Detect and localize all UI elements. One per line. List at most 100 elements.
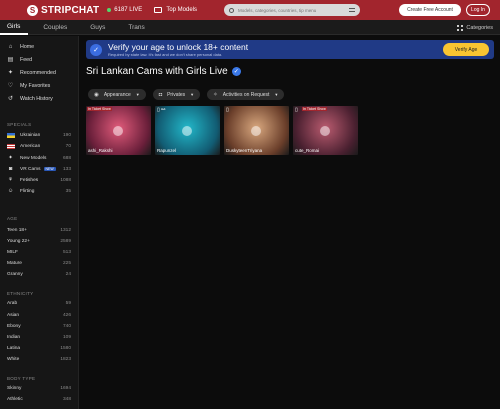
sparkle-icon: ✦ (8, 155, 13, 161)
logo[interactable]: S STRIPCHAT (27, 4, 99, 16)
sidebar-item-indian[interactable]: Indian 109 (7, 335, 71, 340)
sidebar-item-label: Athletic (7, 397, 23, 402)
model-card[interactable]: ▯ DuskyteenTriyana (224, 106, 289, 155)
sidebar-item-label: White (7, 357, 20, 362)
sidebar-item-milf[interactable]: MILF 513 (7, 250, 71, 255)
filter-icon[interactable] (349, 8, 355, 12)
tab-girls[interactable]: Girls (0, 20, 29, 35)
shield-check-icon: ✓ (90, 43, 102, 56)
sidebar-item-latina[interactable]: Latina 1580 (7, 346, 71, 351)
activities-filter[interactable]: ✧ Activities on Request ▼ (207, 89, 285, 100)
gender-tabs: Girls Couples Guys Trans Categories (0, 20, 500, 35)
sidebar-item-watch-history[interactable]: ↺ Watch History (7, 95, 73, 103)
login-button[interactable]: Log In (466, 4, 490, 16)
top-models-link[interactable]: Top Models (154, 7, 197, 13)
sidebar-item-label: Arab (7, 301, 18, 306)
tab-trans[interactable]: Trans (120, 20, 152, 35)
verify-age-button[interactable]: Verify Age (443, 43, 489, 56)
sidebar-item-ebony[interactable]: Ebony 740 (7, 324, 71, 329)
sidebar-item-white[interactable]: White 1823 (7, 357, 71, 362)
sidebar-item-ukrainian[interactable]: Ukrainian 190 (7, 133, 71, 138)
chevron-down-icon: ▼ (274, 92, 279, 97)
sidebar-item-label: Recommended (20, 69, 56, 76)
verified-check-icon: ✓ (231, 67, 241, 76)
search-icon (229, 7, 234, 13)
count: 740 (62, 324, 71, 329)
sidebar-item-teen[interactable]: Teen 18+ 1312 (7, 228, 71, 233)
sidebar-item-skinny[interactable]: Skinny 1694 (7, 386, 71, 391)
count: 688 (62, 155, 71, 161)
count: 1088 (60, 177, 71, 183)
crown-icon (154, 7, 163, 13)
chevron-down-icon: ▼ (190, 92, 195, 97)
ukraine-flag-icon (7, 133, 15, 138)
privates-filter[interactable]: ◘ Privates ▼ (152, 89, 201, 100)
banner-subtitle: Required by state law. It's fast and we … (108, 52, 223, 57)
page-title: Sri Lankan Cams with Girls Live ✓ (86, 66, 241, 77)
banner-title: Verify your age to unlock 18+ content (108, 42, 249, 52)
filter-bar: ◉ Appearance ▼ ◘ Privates ▼ ✧ Activities… (88, 89, 285, 100)
sidebar-item-american[interactable]: American 70 (7, 144, 71, 149)
blurred-thumbnail (113, 126, 123, 136)
sidebar-item-arab[interactable]: Arab 59 (7, 301, 71, 306)
model-card[interactable]: In Ticket Show ▯ cute_Romai (293, 106, 358, 155)
categories-button[interactable]: Categories (457, 20, 493, 35)
sidebar-item-asian[interactable]: Asian 426 (7, 313, 71, 318)
model-name: Rapunzel (157, 148, 177, 153)
sidebar-item-label: Home (20, 43, 35, 50)
sidebar-item-label: Watch History (20, 95, 53, 102)
heart-icon: ♡ (7, 83, 14, 89)
count: 513 (62, 250, 71, 255)
sidebar-item-label: Ebony (7, 324, 21, 329)
sidebar-item-recommended[interactable]: ✦ Recommended (7, 69, 73, 77)
tab-guys[interactable]: Guys (82, 20, 113, 35)
ticket-show-badge: In Ticket Show (87, 107, 112, 111)
sidebar-item-new-models[interactable]: ✦ New Models 688 (7, 155, 71, 161)
filter-label: Appearance (103, 91, 131, 98)
count: 348 (62, 397, 71, 402)
model-card[interactable]: ▯ ⚯ Rapunzel (155, 106, 220, 155)
new-badge: NEW (43, 167, 56, 171)
sidebar-item-feed[interactable]: ▤ Feed (7, 56, 73, 64)
sidebar-item-label: VR Cams (20, 166, 41, 172)
sidebar-item-young[interactable]: Young 22+ 2589 (7, 239, 71, 244)
tab-couples[interactable]: Couples (35, 20, 75, 35)
appearance-filter[interactable]: ◉ Appearance ▼ (88, 89, 146, 100)
ethnicity-heading: ETHNICITY (7, 291, 34, 296)
sidebar-item-label: Feed (20, 56, 33, 63)
model-name: ashi_Rakshi (88, 148, 113, 153)
sidebar-item-favorites[interactable]: ♡ My Favorites (7, 82, 73, 90)
top-models-label: Top Models (166, 7, 197, 13)
fetish-icon: ⚘ (8, 177, 13, 183)
sidebar-item-label: Young 22+ (7, 239, 30, 244)
sidebar-item-label: Latina (7, 346, 21, 351)
ticket-show-badge: In Ticket Show (302, 107, 327, 111)
body-type-heading: BODY TYPE (7, 376, 36, 381)
search-input[interactable] (238, 7, 338, 13)
sidebar-item-vr-cams[interactable]: ◙ VR Cams NEW 133 (7, 166, 71, 172)
sidebar: ⌂ Home ▤ Feed ✦ Recommended ♡ My Favorites ↺… (0, 36, 79, 409)
sidebar-item-label: MILF (7, 250, 18, 255)
main-content: ✓ Verify your age to unlock 18+ content … (80, 36, 500, 409)
count: 1694 (60, 386, 71, 391)
blurred-thumbnail (320, 126, 330, 136)
count: 225 (62, 261, 71, 266)
categories-label: Categories (466, 24, 493, 31)
live-dot-icon (107, 8, 112, 12)
count: 1580 (60, 346, 71, 351)
sidebar-item-athletic[interactable]: Athletic 348 (7, 397, 71, 402)
count: 1823 (60, 357, 71, 362)
sidebar-item-mature[interactable]: Mature 225 (7, 261, 71, 266)
sidebar-item-label: Mature (7, 261, 22, 266)
blurred-thumbnail (182, 126, 192, 136)
model-card[interactable]: In Ticket Show ashi_Rakshi (86, 106, 151, 155)
create-account-button[interactable]: Create Free Account (399, 4, 461, 16)
filter-label: Activities on Request (222, 91, 270, 98)
sidebar-item-fetishes[interactable]: ⚘ Fetishes 1088 (7, 177, 71, 183)
count: 1312 (60, 228, 71, 233)
sidebar-item-home[interactable]: ⌂ Home (7, 43, 73, 50)
sidebar-item-flirting[interactable]: ☺ Flirting 35 (7, 188, 71, 194)
count: 24 (65, 272, 71, 277)
sidebar-item-granny[interactable]: Granny 24 (7, 272, 71, 277)
search-bar[interactable] (224, 4, 360, 16)
